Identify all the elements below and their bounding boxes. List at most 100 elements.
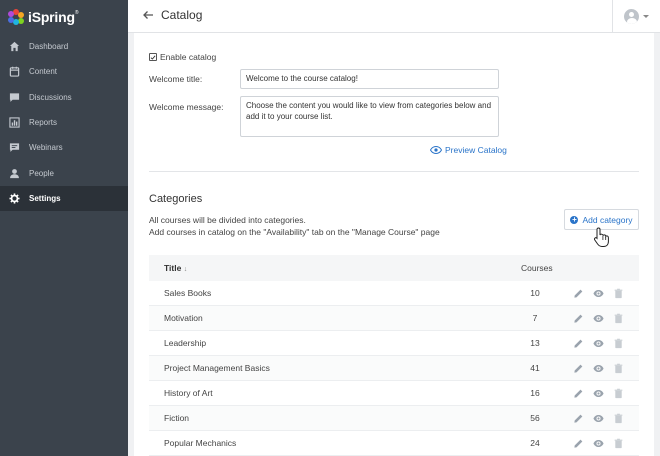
people-icon <box>9 168 20 179</box>
column-header-title[interactable]: Title ↓ <box>164 263 187 273</box>
preview-catalog-label: Preview Catalog <box>445 145 507 155</box>
logo[interactable]: iSpring® <box>0 0 128 34</box>
edit-icon[interactable] <box>573 338 584 349</box>
categories-title: Categories <box>149 193 203 205</box>
category-title: Leadership <box>164 338 207 348</box>
section-divider <box>149 171 639 172</box>
row-actions <box>573 413 633 424</box>
table-row: Sales Books 10 <box>149 281 639 306</box>
content-icon <box>9 66 20 78</box>
welcome-message-label: Welcome message: <box>149 102 224 112</box>
enable-catalog-row: Enable catalog <box>149 52 216 62</box>
row-actions <box>573 363 633 374</box>
trash-icon[interactable] <box>613 413 624 424</box>
eye-icon[interactable] <box>593 338 604 349</box>
category-course-count: 16 <box>530 388 540 398</box>
chevron-down-icon <box>643 15 649 18</box>
sidebar: iSpring® Dashboard Content Discussions R… <box>0 0 128 456</box>
category-course-count: 13 <box>530 338 540 348</box>
trash-icon[interactable] <box>613 438 624 449</box>
page-title: Catalog <box>161 8 203 22</box>
category-title: Project Management Basics <box>164 363 270 373</box>
row-actions <box>573 313 633 324</box>
table-row: Popular Mechanics 24 <box>149 431 639 456</box>
trash-icon[interactable] <box>613 288 624 299</box>
category-course-count: 10 <box>530 288 540 298</box>
category-course-count: 41 <box>530 363 540 373</box>
add-category-label: Add category <box>582 214 633 225</box>
category-course-count: 7 <box>532 313 538 323</box>
webinars-icon <box>9 142 20 153</box>
category-title: Motivation <box>164 313 203 323</box>
trash-icon[interactable] <box>613 388 624 399</box>
edit-icon[interactable] <box>573 288 584 299</box>
category-course-count: 56 <box>530 413 540 423</box>
sidebar-item-label: People <box>29 168 54 178</box>
sort-arrow-icon: ↓ <box>183 266 188 273</box>
sidebar-item-label: Discussions <box>29 92 72 102</box>
back-arrow-icon[interactable] <box>142 9 154 21</box>
edit-icon[interactable] <box>573 388 584 399</box>
edit-icon[interactable] <box>573 413 584 424</box>
sidebar-item-content[interactable]: Content <box>0 59 128 84</box>
eye-icon[interactable] <box>593 313 604 324</box>
sidebar-item-people[interactable]: People <box>0 160 128 185</box>
table-row: Project Management Basics 41 <box>149 356 639 381</box>
eye-icon[interactable] <box>593 413 604 424</box>
category-title: Popular Mechanics <box>164 438 237 448</box>
enable-catalog-checkbox[interactable] <box>149 53 157 61</box>
welcome-title-label: Welcome title: <box>149 74 203 84</box>
home-icon <box>9 41 20 52</box>
row-actions <box>573 338 633 349</box>
category-title: Fiction <box>164 413 190 423</box>
row-actions <box>573 438 633 449</box>
sidebar-item-reports[interactable]: Reports <box>0 110 128 135</box>
sidebar-item-label: Settings <box>29 193 61 203</box>
trash-icon[interactable] <box>613 313 624 324</box>
column-header-courses: Courses <box>521 263 553 273</box>
sidebar-item-label: Webinars <box>29 143 63 153</box>
logo-text: iSpring® <box>28 9 79 25</box>
sidebar-item-label: Reports <box>29 118 58 128</box>
plus-circle-icon: + <box>570 214 579 224</box>
categories-description-line1: All courses will be divided into categor… <box>149 215 306 225</box>
table-body: Sales Books 10 Motivation 7 Leadership 13 Proj… <box>149 281 639 456</box>
categories-table: Title ↓ Courses Sales Books 10 Motivation 7… <box>149 255 639 456</box>
eye-icon[interactable] <box>593 363 604 374</box>
category-title: Sales Books <box>164 288 212 298</box>
edit-icon[interactable] <box>573 313 584 324</box>
preview-catalog-link[interactable]: Preview Catalog <box>430 145 507 155</box>
sidebar-item-settings[interactable]: Settings <box>0 185 128 212</box>
eye-icon[interactable] <box>593 288 604 299</box>
table-row: Leadership 13 <box>149 331 639 356</box>
categories-description-line2: Add courses in catalog on the "Availabil… <box>149 227 440 237</box>
trash-icon[interactable] <box>613 363 624 374</box>
ispring-logo-icon <box>8 9 24 25</box>
hand-cursor-icon <box>593 227 609 247</box>
avatar <box>624 9 639 24</box>
catalog-settings-card: Enable catalog Welcome title: Welcome to… <box>134 33 654 456</box>
eye-icon[interactable] <box>593 388 604 399</box>
table-row: History of Art 16 <box>149 381 639 406</box>
welcome-message-textarea[interactable]: Choose the content you would like to vie… <box>240 96 499 137</box>
check-icon <box>150 55 156 60</box>
sidebar-item-label: Content <box>29 67 58 77</box>
table-row: Motivation 7 <box>149 306 639 331</box>
sidebar-item-discussions[interactable]: Discussions <box>0 85 128 110</box>
row-actions <box>573 288 633 299</box>
trash-icon[interactable] <box>613 338 624 349</box>
user-menu-button[interactable] <box>612 0 660 33</box>
enable-catalog-label: Enable catalog <box>160 52 217 62</box>
welcome-title-input[interactable]: Welcome to the course catalog! <box>240 69 499 89</box>
sidebar-item-webinars[interactable]: Webinars <box>0 135 128 160</box>
table-row: Fiction 56 <box>149 406 639 431</box>
reports-icon <box>9 117 20 128</box>
edit-icon[interactable] <box>573 438 584 449</box>
eye-icon[interactable] <box>593 438 604 449</box>
sidebar-item-dashboard[interactable]: Dashboard <box>0 34 128 59</box>
category-course-count: 24 <box>530 438 540 448</box>
edit-icon[interactable] <box>573 363 584 374</box>
sidebar-item-label: Dashboard <box>29 42 69 52</box>
table-header: Title ↓ Courses <box>149 255 639 281</box>
row-actions <box>573 388 633 399</box>
